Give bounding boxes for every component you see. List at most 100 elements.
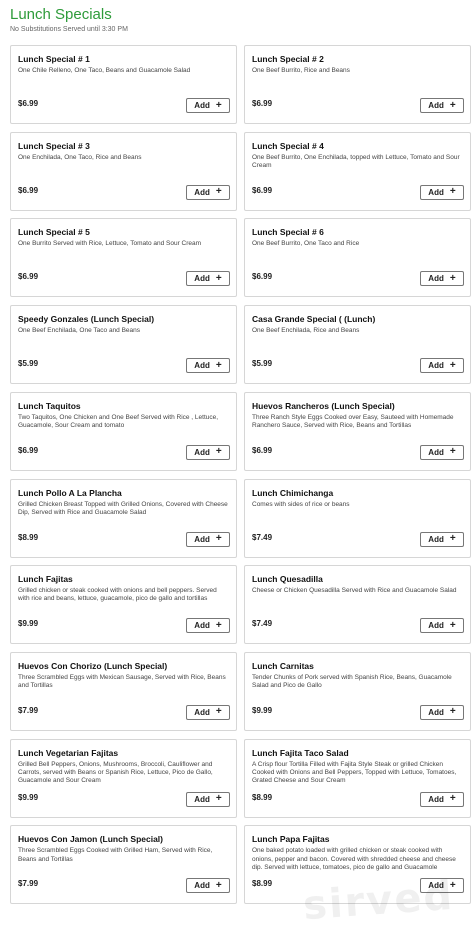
plus-icon: + <box>449 186 456 198</box>
plus-icon: + <box>215 272 222 284</box>
add-to-order-button[interactable]: Add + <box>186 444 230 460</box>
menu-item-name: Lunch Vegetarian Fajitas <box>18 747 119 758</box>
plus-icon: + <box>449 99 456 111</box>
menu-item-price: $5.99 <box>18 359 39 369</box>
menu-item-price: $7.49 <box>252 619 273 629</box>
menu-item-price: $9.99 <box>18 792 39 802</box>
menu-item-name: Huevos Con Chorizo (Lunch Special) <box>18 660 168 671</box>
menu-item-card: Lunch Chimichanga Comes with sides of ric… <box>244 478 471 558</box>
add-to-order-button[interactable]: Add + <box>186 271 230 287</box>
menu-item-description: Three Scrambled Eggs with Mexican Sausag… <box>18 673 226 690</box>
menu-item-card: Lunch Special # 5 One Burrito Served with… <box>10 218 237 298</box>
menu-item-card: Lunch Fajitas Grilled chicken or steak co… <box>10 565 237 645</box>
menu-item-card: Lunch Special # 3 One Enchilada, One Taco… <box>10 131 237 211</box>
add-button-label: Add <box>194 621 210 631</box>
menu-item-name: Huevos Rancheros (Lunch Special) <box>252 400 395 411</box>
add-button-label: Add <box>194 101 210 110</box>
add-button-label: Add <box>428 794 444 804</box>
menu-item-card: Lunch Vegetarian Fajitas Grilled Bell Pep… <box>10 738 237 818</box>
menu-item-card: Lunch Special # 1 One Chile Relleno, One … <box>10 45 237 124</box>
menu-item-name: Lunch Fajita Taco Salad <box>252 747 349 758</box>
menu-item-description: One Beef Enchilada, Rice and Beans <box>252 327 360 335</box>
add-button-label: Add <box>428 187 444 197</box>
menu-item-price: $8.99 <box>18 532 39 542</box>
menu-item-description: A Crisp flour Tortilla Filled with Fajit… <box>252 760 457 785</box>
add-to-order-button[interactable]: Add + <box>186 704 230 720</box>
plus-icon: + <box>449 533 456 544</box>
plus-icon: + <box>215 706 222 718</box>
menu-item-description: One Beef Enchilada, One Taco and Beans <box>18 327 141 335</box>
menu-item-name: Lunch Special # 5 <box>18 227 90 238</box>
menu-item-description: Tender Chunks of Pork served with Spanis… <box>252 673 452 690</box>
menu-item-description: Grilled Chicken Breast Topped with Grill… <box>18 500 228 516</box>
menu-item-card: Lunch Special # 2 One Beef Burrito, Rice … <box>244 45 471 124</box>
add-to-order-button[interactable]: Add + <box>420 531 464 547</box>
menu-item-price: $8.99 <box>252 879 273 889</box>
add-to-order-button[interactable]: Add + <box>186 184 230 200</box>
add-to-order-button[interactable]: Add + <box>420 704 464 720</box>
add-to-order-button[interactable]: Add + <box>186 791 230 807</box>
menu-item-name: Lunch Special # 1 <box>18 54 90 64</box>
menu-item-name: Lunch Taquitos <box>18 400 81 411</box>
menu-item-card: Lunch Special # 6 One Beef Burrito, One T… <box>244 218 471 298</box>
menu-item-price: $6.99 <box>252 445 273 455</box>
menu-item-price: $9.99 <box>18 619 39 629</box>
add-button-label: Add <box>428 621 444 631</box>
menu-item-description: Three Scrambled Eggs Cooked with Grilled… <box>18 847 213 863</box>
add-to-order-button[interactable]: Add + <box>186 878 230 894</box>
menu-item-description: One baked potato loaded with grilled chi… <box>252 847 456 871</box>
menu-item-name: Lunch Fajitas <box>18 574 73 585</box>
menu-item-card: Lunch Special # 4 One Beef Burrito, One E… <box>244 131 471 211</box>
menu-item-name: Lunch Special # 2 <box>252 54 324 64</box>
plus-icon: + <box>449 706 456 718</box>
menu-item-description: Three Ranch Style Eggs Cooked over Easy,… <box>252 413 454 430</box>
menu-item-description: Grilled Bell Peppers, Onions, Mushrooms,… <box>18 760 213 785</box>
add-to-order-button[interactable]: Add + <box>186 618 230 634</box>
page-title: Lunch Specials <box>10 6 112 23</box>
plus-icon: + <box>215 619 222 631</box>
add-button-label: Add <box>428 101 444 110</box>
add-to-order-button[interactable]: Add + <box>186 531 230 547</box>
add-to-order-button[interactable]: Add + <box>186 98 230 113</box>
plus-icon: + <box>215 99 222 111</box>
add-button-label: Add <box>428 361 444 371</box>
menu-item-price: $6.99 <box>252 185 273 195</box>
menu-item-price: $8.99 <box>252 792 273 802</box>
menu-item-name: Huevos Con Jamon (Lunch Special) <box>18 834 163 845</box>
add-to-order-button[interactable]: Add + <box>420 271 464 287</box>
menu-item-name: Speedy Gonzales (Lunch Special) <box>18 314 155 325</box>
plus-icon: + <box>215 359 222 371</box>
add-to-order-button[interactable]: Add + <box>420 791 464 807</box>
menu-item-name: Lunch Papa Fajitas <box>252 834 330 845</box>
plus-icon: + <box>215 793 222 805</box>
menu-item-card: Lunch Quesadilla Cheese or Chicken Quesad… <box>244 565 471 645</box>
menu-item-price: $6.99 <box>252 272 273 282</box>
add-to-order-button[interactable]: Add + <box>186 358 230 374</box>
add-to-order-button[interactable]: Add + <box>420 184 464 200</box>
add-button-label: Add <box>428 707 444 717</box>
add-to-order-button[interactable]: Add + <box>420 444 464 460</box>
menu-item-description: One Burrito Served with Rice, Lettuce, T… <box>18 240 202 248</box>
menu-item-description: Two Taquitos, One Chicken and One Beef S… <box>18 413 219 430</box>
menu-item-price: $9.99 <box>252 705 273 715</box>
add-button-label: Add <box>194 707 210 717</box>
plus-icon: + <box>215 446 222 458</box>
menu-item-price: $6.99 <box>18 99 39 108</box>
plus-icon: + <box>449 619 456 631</box>
add-button-label: Add <box>428 534 444 544</box>
menu-item-card: Lunch Carnitas Tender Chunks of Pork serv… <box>244 651 471 731</box>
menu-item-price: $7.99 <box>18 705 39 715</box>
plus-icon: + <box>215 879 222 891</box>
add-button-label: Add <box>428 447 444 457</box>
add-button-label: Add <box>194 187 210 197</box>
menu-item-description: One Beef Burrito, One Enchilada, topped … <box>252 153 460 169</box>
add-to-order-button[interactable]: Add + <box>420 618 464 634</box>
menu-item-price: $7.49 <box>252 532 273 542</box>
menu-item-name: Lunch Quesadilla <box>252 574 323 585</box>
menu-item-card: Lunch Fajita Taco Salad A Crisp flour Tor… <box>244 738 471 818</box>
add-button-label: Add <box>194 274 210 284</box>
menu-item-description: Comes with sides of rice or beans <box>252 500 350 508</box>
add-to-order-button[interactable]: Add + <box>420 98 464 113</box>
add-to-order-button[interactable]: Add + <box>420 358 464 374</box>
menu-item-price: $6.99 <box>18 445 39 455</box>
